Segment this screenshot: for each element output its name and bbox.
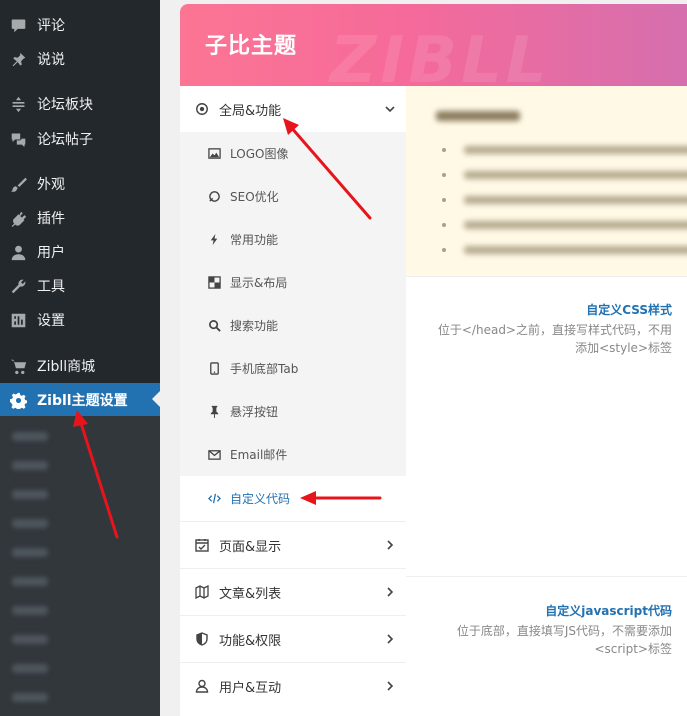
settings-nav: 全局&功能 LOGO图像 SEO优化 常用功能 显示&布局 搜索功能 手机底部T… [180,86,406,716]
screen: 评论 说说 论坛板块 论坛帖子 外观 插件 用户 工具 设置 Zibll商城 Z… [0,0,687,716]
seo-icon [207,190,221,204]
menu-label: 外观 [37,177,65,193]
user-icon [8,242,28,262]
chevron-right-icon [384,680,396,692]
comment-icon [8,15,28,35]
menu-label: 论坛帖子 [37,132,93,148]
menu-item-appearance[interactable]: 外观 [0,169,160,199]
blurred-notice [406,86,687,277]
menu-item-zibll-shop[interactable]: Zibll商城 [0,351,160,381]
nav-item-search[interactable]: 搜索功能 [180,304,406,347]
nav-group-label: 用户&互动 [219,680,282,696]
menu-item-users[interactable]: 用户 [0,237,160,267]
custom-css-title: 自定义CSS样式 [586,303,672,317]
nav-item-mobile-tab[interactable]: 手机底部Tab [180,347,406,390]
custom-js-desc: 位于底部，直接填写JS代码，不需要添加<script>标签 [456,624,672,656]
nav-group-features-permissions[interactable]: 功能&权限 [180,615,406,662]
mobile-icon [207,362,221,376]
nav-item-label: 自定义代码 [230,492,291,506]
menu-label: 评论 [37,18,65,34]
theme-settings-panel: ZIBLL 子比主题 全局&功能 LOGO图像 SEO优化 常用功能 显示&布局… [180,4,687,716]
custom-js-field: 自定义javascript代码 位于底部，直接填写JS代码，不需要添加<scri… [406,577,687,716]
nav-group-label: 功能&权限 [219,633,282,649]
custom-css-field: 自定义CSS样式 位于</head>之前，直接写样式代码，不用添加<style>… [406,277,687,577]
nav-item-email[interactable]: Email邮件 [180,433,406,476]
menu-item-plugins[interactable]: 插件 [0,203,160,233]
nav-item-logo[interactable]: LOGO图像 [180,132,406,175]
banner-watermark: ZIBLL [330,24,551,86]
menu-item-settings[interactable]: 设置 [0,305,160,335]
nav-item-display-layout[interactable]: 显示&布局 [180,261,406,304]
settings-content: 自定义CSS样式 位于</head>之前，直接写样式代码，不用添加<style>… [406,86,687,716]
nav-item-label: 悬浮按钮 [230,405,279,419]
nav-submenu: LOGO图像 SEO优化 常用功能 显示&布局 搜索功能 手机底部Tab 悬浮按… [180,132,406,521]
forum-post-icon [8,129,28,149]
nav-item-label: SEO优化 [230,190,279,204]
forum-section-icon [8,94,28,114]
user-outline-icon [194,678,210,694]
nav-group-label: 文章&列表 [219,586,282,602]
nav-group-article-list[interactable]: 文章&列表 [180,568,406,615]
nav-item-label: 显示&布局 [230,276,288,290]
chevron-right-icon [384,586,396,598]
pushpin-icon [207,405,221,419]
bolt-icon [207,233,221,247]
menu-label: 设置 [37,313,65,329]
menu-item-forum-posts[interactable]: 论坛帖子 [0,124,160,154]
chevron-right-icon [384,633,396,645]
custom-js-title: 自定义javascript代码 [545,604,672,618]
nav-group-page-display[interactable]: 页面&显示 [180,521,406,568]
menu-label: Zibll商城 [37,359,96,375]
nav-item-custom-code[interactable]: 自定义代码 [180,476,406,521]
nav-item-seo[interactable]: SEO优化 [180,175,406,218]
menu-item-forum-sections[interactable]: 论坛板块 [0,89,160,119]
banner-title: 子比主题 [205,34,298,59]
target-icon [194,101,210,117]
menu-item-comments[interactable]: 评论 [0,10,160,40]
settings-icon [8,310,28,330]
custom-css-desc: 位于</head>之前，直接写样式代码，不用添加<style>标签 [437,323,672,355]
chevron-right-icon [384,539,396,551]
nav-group-global-features[interactable]: 全局&功能 [180,86,406,132]
settings-banner: ZIBLL 子比主题 [180,4,687,86]
menu-item-moments[interactable]: 说说 [0,44,160,74]
nav-group-user-interaction[interactable]: 用户&互动 [180,662,406,709]
nav-item-label: 搜索功能 [230,319,279,333]
menu-label: 插件 [37,211,65,227]
layout-icon [207,276,221,290]
image-icon [207,147,221,161]
nav-item-common-features[interactable]: 常用功能 [180,218,406,261]
blurred-submenu [0,416,160,716]
nav-item-label: 手机底部Tab [230,362,299,376]
menu-item-tools[interactable]: 工具 [0,271,160,301]
map-icon [194,584,210,600]
nav-item-label: 常用功能 [230,233,279,247]
wp-admin-sidebar: 评论 说说 论坛板块 论坛帖子 外观 插件 用户 工具 设置 Zibll商城 Z… [0,0,160,716]
email-icon [207,448,221,462]
nav-item-label: Email邮件 [230,448,288,462]
search-icon [207,319,221,333]
brush-icon [8,174,28,194]
menu-item-zibll-theme-settings[interactable]: Zibll主题设置 [0,383,160,417]
shield-icon [194,631,210,647]
plugin-icon [8,208,28,228]
nav-group-label: 页面&显示 [219,539,282,555]
menu-label: 说说 [37,52,65,68]
pin-icon [8,49,28,69]
wrench-icon [8,276,28,296]
menu-label: 论坛板块 [37,97,93,113]
cart-icon [8,356,28,376]
menu-label: Zibll主题设置 [37,393,128,409]
chevron-down-icon [384,103,396,115]
nav-item-label: LOGO图像 [230,147,289,161]
code-icon [207,492,221,506]
nav-item-float-button[interactable]: 悬浮按钮 [180,390,406,433]
calendar-check-icon [194,537,210,553]
menu-label: 工具 [37,279,65,295]
nav-group-label: 全局&功能 [219,103,282,119]
gear-icon [8,390,28,410]
menu-label: 用户 [37,245,65,261]
